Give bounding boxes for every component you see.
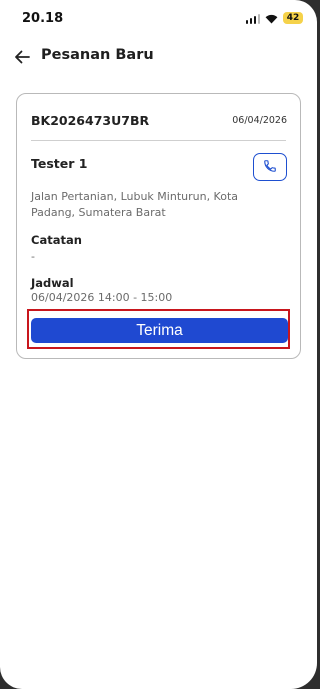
page-title: Pesanan Baru	[41, 47, 154, 63]
booking-date: 06/04/2026	[232, 115, 287, 126]
order-card: BK2026473U7BR 06/04/2026 Tester 1 Jalan …	[16, 93, 301, 359]
call-button[interactable]	[253, 153, 287, 181]
customer-address: Jalan Pertanian, Lubuk Minturun, Kota Pa…	[31, 190, 239, 219]
schedule-label: Jadwal	[31, 276, 74, 290]
customer-name: Tester 1	[31, 156, 88, 171]
wifi-icon	[265, 9, 278, 28]
notes-label: Catatan	[31, 233, 82, 247]
status-time: 20.18	[22, 11, 64, 26]
accept-button[interactable]: Terima	[31, 318, 288, 343]
notes-value: -	[31, 250, 35, 263]
phone-screen: 20.18 42 Pesanan Baru BK2026473U7BR 06/0…	[0, 0, 317, 689]
arrow-left-icon	[14, 49, 30, 68]
card-divider	[31, 140, 286, 141]
back-button[interactable]	[10, 46, 34, 70]
app-header: Pesanan Baru	[0, 38, 317, 78]
status-icons: 42	[245, 9, 303, 28]
signal-icon	[245, 13, 260, 24]
status-bar: 20.18 42	[0, 0, 317, 36]
phone-icon	[263, 158, 277, 177]
booking-code: BK2026473U7BR	[31, 113, 150, 128]
schedule-value: 06/04/2026 14:00 - 15:00	[31, 291, 173, 304]
battery-icon: 42	[283, 12, 303, 24]
